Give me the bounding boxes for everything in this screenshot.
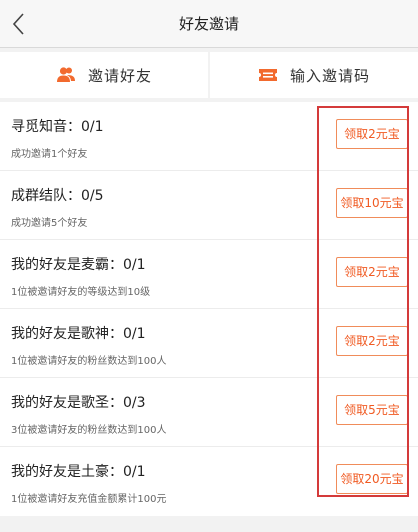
claim-reward-button[interactable]: 领取10元宝 xyxy=(336,188,408,218)
task-row: 我的好友是歌圣：0/3 3位被邀请好友的粉丝数达到100人 领取5元宝 xyxy=(0,378,418,447)
task-description: 3位被邀请好友的粉丝数达到100人 xyxy=(11,425,167,436)
claim-reward-button[interactable]: 领取2元宝 xyxy=(336,257,408,287)
tab-invite-friends[interactable]: 邀请好友 xyxy=(0,52,208,98)
tab-invite-friends-label: 邀请好友 xyxy=(87,66,152,85)
task-description: 1位被邀请好友的等级达到10级 xyxy=(11,287,151,298)
task-title: 我的好友是麦霸：0/1 xyxy=(11,257,146,273)
ticket-icon xyxy=(258,65,278,85)
task-row: 我的好友是土豪：0/1 1位被邀请好友充值金额累计100元 领取20元宝 xyxy=(0,447,418,516)
tab-enter-code[interactable]: 输入邀请码 xyxy=(210,52,418,98)
page-title: 好友邀请 xyxy=(178,15,239,33)
task-title: 成群结队：0/5 xyxy=(11,188,104,204)
tab-bar: 邀请好友 输入邀请码 xyxy=(0,52,418,98)
claim-reward-button[interactable]: 领取2元宝 xyxy=(336,119,408,149)
task-description: 1位被邀请好友充值金额累计100元 xyxy=(11,494,167,505)
tab-enter-code-label: 输入邀请码 xyxy=(289,66,370,85)
task-description: 1位被邀请好友的粉丝数达到100人 xyxy=(11,356,167,367)
task-row: 寻觅知音：0/1 成功邀请1个好友 领取2元宝 xyxy=(0,102,418,171)
task-row: 我的好友是麦霸：0/1 1位被邀请好友的等级达到10级 领取2元宝 xyxy=(0,240,418,309)
invite-friends-icon xyxy=(56,65,76,85)
claim-reward-button[interactable]: 领取2元宝 xyxy=(336,326,408,356)
task-row: 我的好友是歌神：0/1 1位被邀请好友的粉丝数达到100人 领取2元宝 xyxy=(0,309,418,378)
task-title: 我的好友是歌神：0/1 xyxy=(11,326,146,342)
header-bar: 好友邀请 xyxy=(0,0,418,48)
task-title: 寻觅知音：0/1 xyxy=(11,119,104,135)
claim-reward-button[interactable]: 领取5元宝 xyxy=(336,395,408,425)
claim-reward-button[interactable]: 领取20元宝 xyxy=(336,464,408,494)
task-description: 成功邀请5个好友 xyxy=(11,218,88,229)
task-title: 我的好友是土豪：0/1 xyxy=(11,464,146,480)
task-description: 成功邀请1个好友 xyxy=(11,149,88,160)
task-title: 我的好友是歌圣：0/3 xyxy=(11,395,146,411)
task-row: 成群结队：0/5 成功邀请5个好友 领取10元宝 xyxy=(0,171,418,240)
task-list: 寻觅知音：0/1 成功邀请1个好友 领取2元宝 成群结队：0/5 成功邀请5个好… xyxy=(0,102,418,516)
